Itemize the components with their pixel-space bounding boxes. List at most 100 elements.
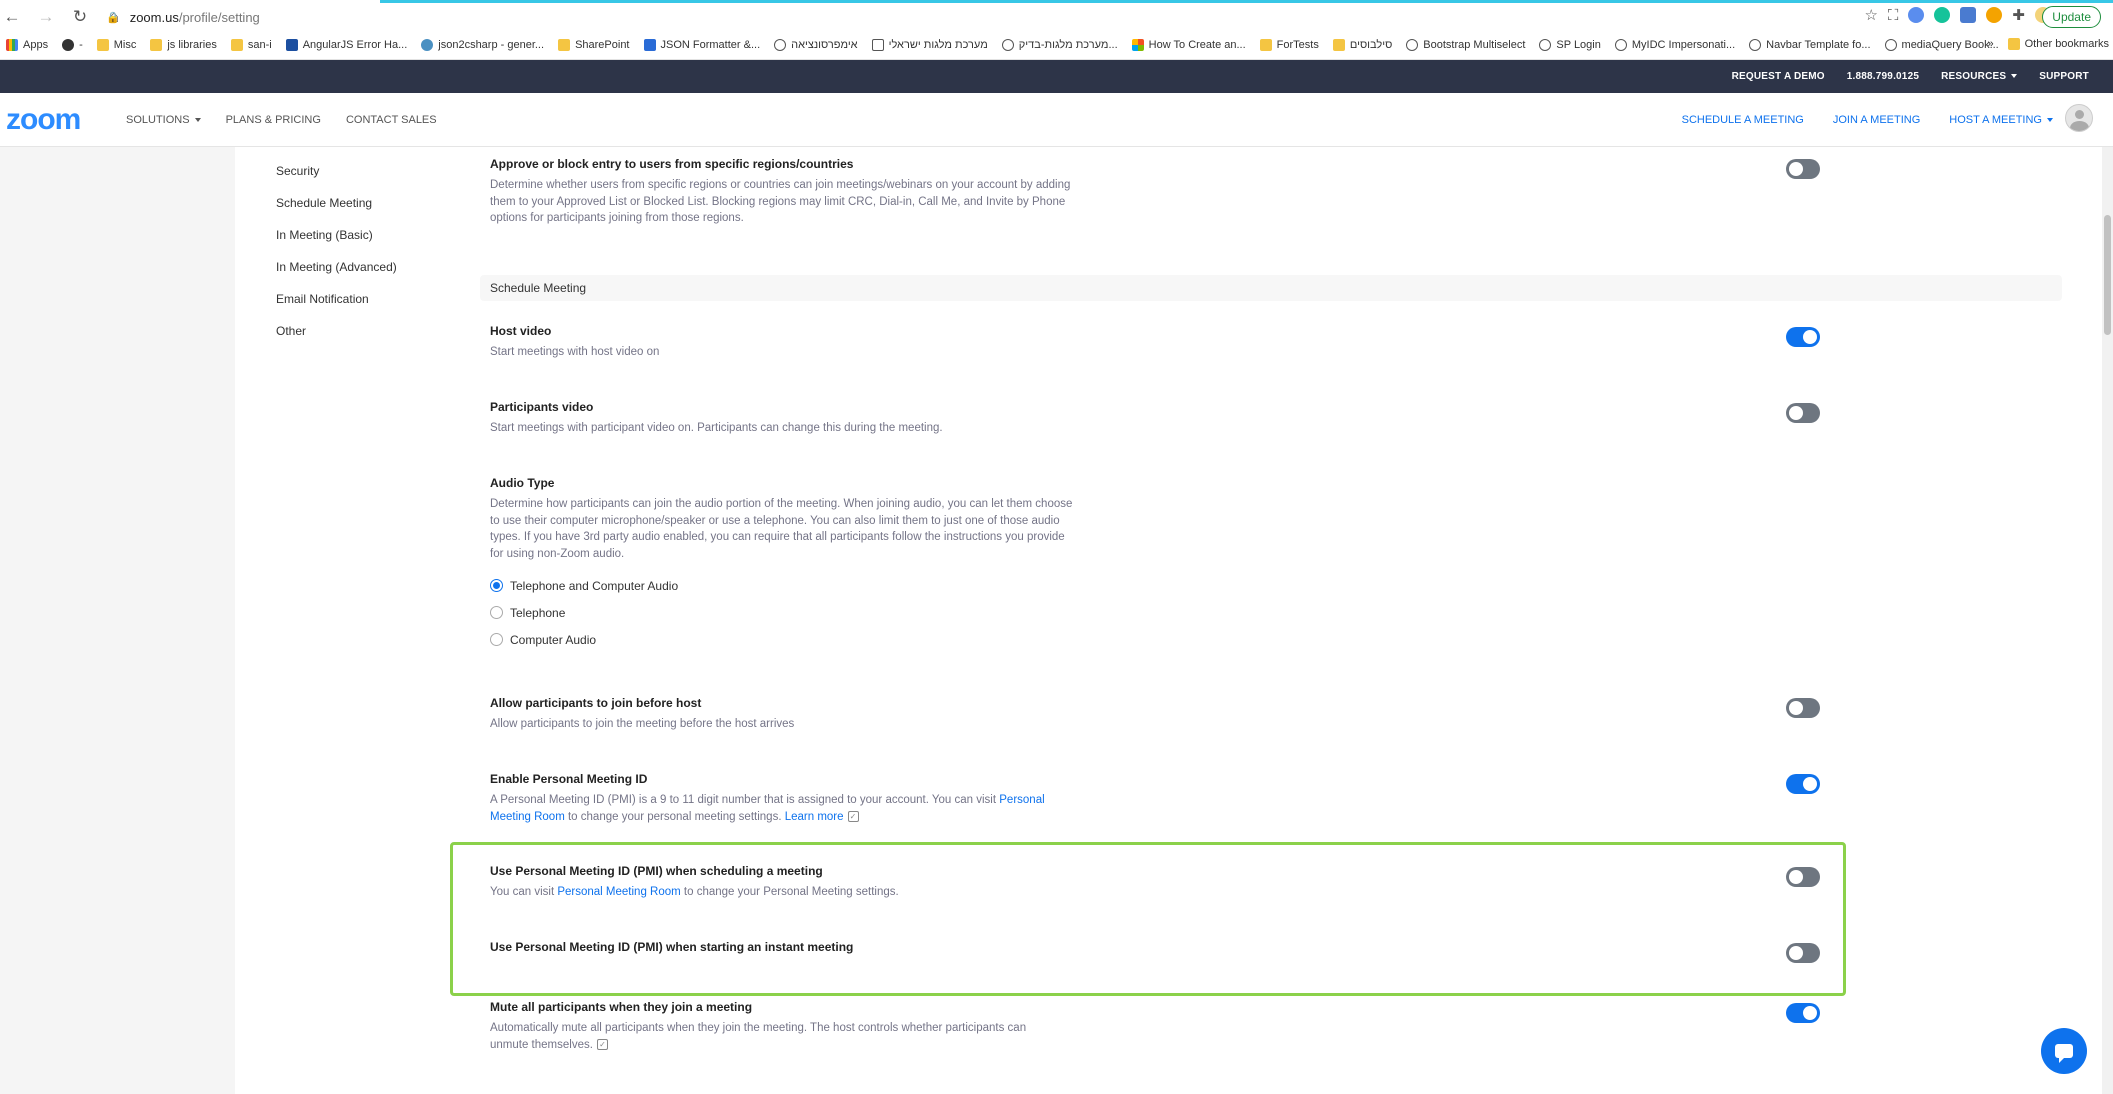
bookmark-item[interactable]: מערכת מלגות ישראלי (871, 39, 988, 51)
puzzle-icon[interactable]: ✚ (2012, 6, 2025, 24)
bookmark-label: AngularJS Error Ha... (302, 39, 408, 51)
bookmarks-more-chevron[interactable]: » (1988, 38, 1994, 50)
address-bar[interactable]: 🔒 zoom.us /profile/setting (106, 6, 1852, 28)
bookmark-label: מערכת מלגות ישראלי (888, 39, 988, 51)
bookmark-item[interactable]: סילבוסים (1332, 39, 1393, 51)
bookmark-item[interactable]: How To Create an... (1131, 39, 1246, 51)
bookmark-item[interactable]: AngularJS Error Ha... (285, 39, 408, 51)
toggle-regions[interactable] (1786, 159, 1820, 179)
bookmark-item[interactable]: ForTests (1259, 39, 1319, 51)
setting-title: Host video (490, 324, 552, 338)
setting-title: Allow participants to join before host (490, 696, 702, 710)
bookmark-label: סילבוסים (1349, 39, 1393, 51)
bookmark-item[interactable]: js libraries (150, 39, 217, 51)
scrollbar[interactable] (2102, 147, 2113, 1094)
radio-button[interactable] (490, 579, 503, 592)
bookmark-item[interactable]: Bootstrap Multiselect (1406, 39, 1525, 51)
bookmark-item[interactable]: מערכת מלגות-בדיק... (1001, 39, 1118, 51)
schedule-meeting-link[interactable]: SCHEDULE A MEETING (1682, 114, 1804, 126)
extension-translate-icon[interactable] (1960, 7, 1977, 23)
info-icon[interactable]: ✓ (847, 810, 859, 822)
bookmark-label: Misc (113, 39, 137, 51)
join-meeting-link[interactable]: JOIN A MEETING (1833, 114, 1920, 126)
toggle-enable-pmi[interactable] (1786, 774, 1820, 794)
bookmark-item[interactable]: mediaQuery Book... (1884, 39, 1999, 51)
sidemenu-item-security[interactable]: Security (276, 163, 397, 195)
bookmark-item[interactable]: - (62, 39, 83, 51)
bookmark-label: SharePoint (575, 39, 630, 51)
sidemenu-item-other[interactable]: Other (276, 323, 397, 355)
bookmark-item[interactable]: Misc (96, 39, 137, 51)
setting-title: Mute all participants when they join a m… (490, 1000, 753, 1014)
setting-audio-type: Audio Type Determine how participants ca… (490, 476, 1830, 653)
extension-gear-icon[interactable] (1986, 7, 2003, 23)
setting-title: Enable Personal Meeting ID (490, 772, 648, 786)
other-bookmarks[interactable]: » Other bookmarks (1988, 38, 2109, 50)
contact-sales-link[interactable]: CONTACT SALES (346, 114, 437, 126)
sidemenu-item-in-meeting-advanced[interactable]: In Meeting (Advanced) (276, 259, 397, 291)
forward-icon[interactable]: → (34, 7, 58, 27)
setting-desc: Start meetings with participant video on… (490, 422, 943, 434)
support-link[interactable]: SUPPORT (2039, 71, 2089, 82)
setting-desc: A Personal Meeting ID (PMI) is a 9 to 11… (490, 792, 1080, 825)
section-schedule-meeting: Schedule Meeting (480, 275, 2062, 301)
grammarly-icon[interactable] (1934, 7, 1951, 23)
bookmark-label: MyIDC Impersonati... (1631, 39, 1736, 51)
sidemenu-item-in-meeting-basic[interactable]: In Meeting (Basic) (276, 227, 397, 259)
bookmark-label: san-i (247, 39, 272, 51)
bookmark-item[interactable]: SharePoint (558, 39, 630, 51)
toggle-participants-video[interactable] (1786, 403, 1820, 423)
resources-menu[interactable]: RESOURCES (1941, 71, 2018, 82)
toggle-host-video[interactable] (1786, 327, 1820, 347)
chat-bubble-icon (2055, 1044, 2073, 1063)
bookmark-item[interactable]: JSON Formatter &... (643, 39, 760, 51)
folder-icon (1332, 39, 1345, 51)
host-meeting-label: HOST A MEETING (1949, 114, 2042, 126)
bookmark-item[interactable]: san-i (230, 39, 272, 51)
desc-text: to change your personal meeting settings… (564, 810, 785, 823)
radio-telephone-and-computer[interactable]: Telephone and Computer Audio (490, 572, 1830, 599)
plans-pricing-link[interactable]: PLANS & PRICING (226, 114, 321, 126)
back-icon[interactable]: ← (0, 7, 24, 27)
bookmark-item[interactable]: Apps (6, 39, 48, 51)
bookmark-item[interactable]: אימפרסונציאה (774, 39, 858, 51)
browser-chrome: ← → ↻ ⌂ 🔒 zoom.us /profile/setting ☆ ⛶ ✚… (0, 0, 2113, 60)
radio-telephone[interactable]: Telephone (490, 599, 1830, 626)
setting-desc: Determine whether users from specific re… (490, 179, 1071, 224)
extension-blue-icon[interactable] (1908, 7, 1925, 23)
zoom-logo[interactable]: zoom (6, 103, 81, 137)
chat-button[interactable] (2041, 1028, 2087, 1074)
learn-more-link[interactable]: Learn more (785, 811, 844, 823)
sidemenu-item-email-notification[interactable]: Email Notification (276, 291, 397, 323)
caret-down-icon (2011, 74, 2018, 79)
toggle-mute-on-join[interactable] (1786, 1003, 1820, 1023)
reload-icon[interactable]: ↻ (68, 7, 92, 27)
star-icon[interactable]: ☆ (1864, 6, 1877, 24)
scrollbar-thumb[interactable] (2104, 215, 2111, 335)
bookmark-label: SP Login (1556, 39, 1601, 51)
bookmark-label: מערכת מלגות-בדיק... (1018, 39, 1118, 51)
zoom-nav: zoom SOLUTIONS PLANS & PRICING CONTACT S… (0, 93, 2113, 147)
info-icon[interactable]: ✓ (596, 1038, 608, 1050)
request-demo-link[interactable]: REQUEST A DEMO (1732, 71, 1825, 82)
update-button[interactable]: Update (2042, 6, 2101, 28)
sidemenu-item-schedule-meeting[interactable]: Schedule Meeting (276, 195, 397, 227)
setting-enable-pmi: Enable Personal Meeting ID A Personal Me… (490, 772, 1830, 825)
url-host: zoom.us (129, 9, 179, 25)
bookmark-item[interactable]: SP Login (1539, 39, 1601, 51)
avatar[interactable] (2065, 104, 2093, 132)
bookmark-item[interactable]: MyIDC Impersonati... (1614, 39, 1736, 51)
toggle-join-before-host[interactable] (1786, 698, 1820, 718)
radio-computer-audio[interactable]: Computer Audio (490, 626, 1830, 653)
bookmarks-bar: Apps - Misc js libraries san-i AngularJS Erro… (0, 34, 2113, 56)
screenshot-icon[interactable]: ⛶ (1888, 7, 1899, 24)
phone-number[interactable]: 1.888.799.0125 (1847, 71, 1919, 82)
bookmark-item[interactable]: Navbar Template fo... (1749, 39, 1871, 51)
radio-button[interactable] (490, 633, 503, 646)
solutions-menu[interactable]: SOLUTIONS (126, 114, 201, 126)
bookmark-label: Navbar Template fo... (1766, 39, 1871, 51)
setting-host-video: Host video Start meetings with host vide… (490, 324, 1830, 361)
bookmark-item[interactable]: json2csharp - gener... (421, 39, 544, 51)
host-meeting-menu[interactable]: HOST A MEETING (1949, 114, 2053, 126)
radio-button[interactable] (490, 606, 503, 619)
